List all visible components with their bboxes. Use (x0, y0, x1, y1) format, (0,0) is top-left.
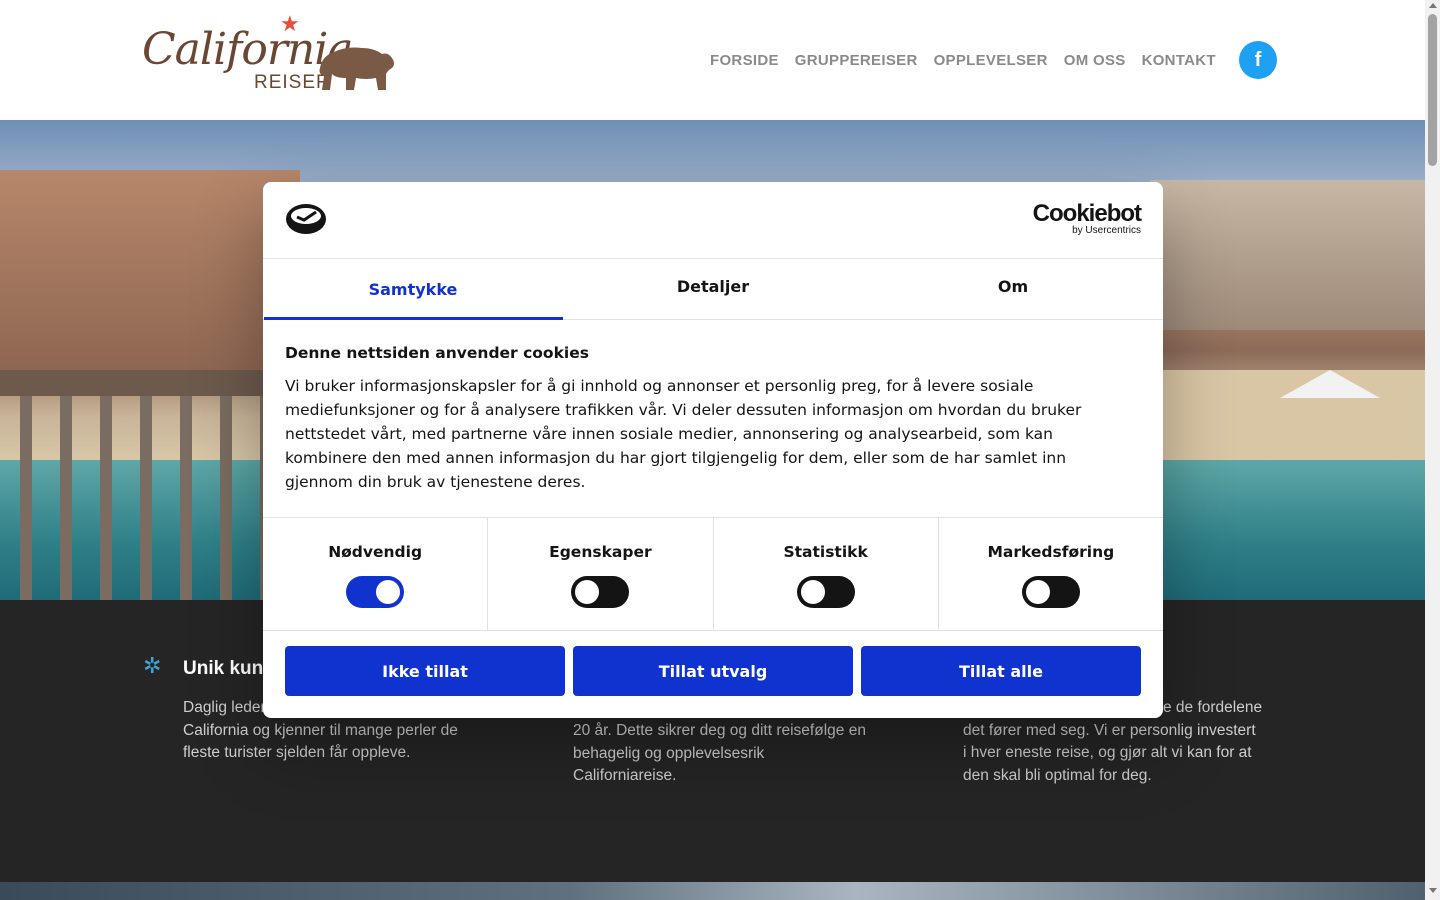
allow-all-button[interactable]: Tillat alle (861, 646, 1141, 696)
toggle-group-markedsforing: Markedsføring (939, 518, 1163, 630)
nav-forside[interactable]: FORSIDE (710, 52, 779, 69)
toggle-egenskaper[interactable] (571, 576, 630, 608)
toggle-group-nodvendig: Nødvendig (263, 518, 489, 630)
cookiebot-icon (286, 204, 326, 234)
tab-om[interactable]: Om (863, 259, 1163, 319)
consent-toggles: Nødvendig Egenskaper Statistikk Markedsf… (263, 517, 1163, 631)
toggle-label: Statistikk (783, 543, 868, 561)
dialog-header: Cookiebot by Usercentrics (263, 182, 1163, 259)
allow-selection-button[interactable]: Tillat utvalg (573, 646, 853, 696)
nav-om-oss[interactable]: OM OSS (1064, 52, 1126, 69)
scroll-up-arrow-icon[interactable] (1428, 3, 1437, 8)
nav-opplevelser[interactable]: OPPLEVELSER (934, 52, 1048, 69)
dialog-body-text: Vi bruker informasjonskapsler for å gi i… (285, 377, 1082, 491)
scroll-down-arrow-icon[interactable] (1428, 888, 1437, 893)
scroll-thumb[interactable] (1428, 14, 1437, 166)
toggle-group-egenskaper: Egenskaper (488, 518, 714, 630)
dialog-title: Denne nettsiden anvender cookies (285, 344, 589, 362)
toggle-label: Nødvendig (328, 543, 423, 561)
main-nav: FORSIDE GRUPPEREISER OPPLEVELSER OM OSS … (710, 52, 1216, 69)
cookiebot-logo[interactable]: Cookiebot by Usercentrics (1033, 202, 1142, 236)
cookie-consent-dialog: Cookiebot by Usercentrics Samtykke Detal… (263, 182, 1163, 718)
deny-button[interactable]: Ikke tillat (285, 646, 565, 696)
toggle-group-statistikk: Statistikk (714, 518, 939, 630)
tab-detaljer[interactable]: Detaljer (563, 259, 863, 319)
dialog-buttons: Ikke tillat Tillat utvalg Tillat alle (285, 646, 1141, 696)
site-header: ★ California REISER FORSIDE GRUPPEREISER… (0, 0, 1425, 120)
toggle-markedsforing[interactable] (1021, 576, 1080, 608)
toggle-nodvendig[interactable] (346, 576, 405, 608)
pier (0, 370, 290, 600)
facebook-icon[interactable]: f (1239, 41, 1277, 79)
tab-samtykke[interactable]: Samtykke (263, 259, 563, 320)
feature-text-2: 20 år. Dette sikrer deg og ditt reiseføl… (573, 722, 866, 784)
toggle-statistikk[interactable] (796, 576, 855, 608)
toggle-label: Egenskaper (549, 543, 652, 561)
nav-kontakt[interactable]: KONTAKT (1142, 52, 1216, 69)
bear-icon (319, 47, 394, 90)
palm-tree-icon: ✲ (143, 654, 162, 679)
page-scrollbar[interactable] (1425, 0, 1440, 900)
toggle-label: Markedsføring (987, 543, 1115, 561)
nav-gruppereiser[interactable]: GRUPPEREISER (795, 52, 918, 69)
dialog-tabs: Samtykke Detaljer Om (263, 259, 1163, 320)
feature-title: Unik kun (183, 658, 264, 679)
next-section-image (0, 882, 1425, 900)
site-logo[interactable]: ★ California REISER (140, 12, 400, 96)
